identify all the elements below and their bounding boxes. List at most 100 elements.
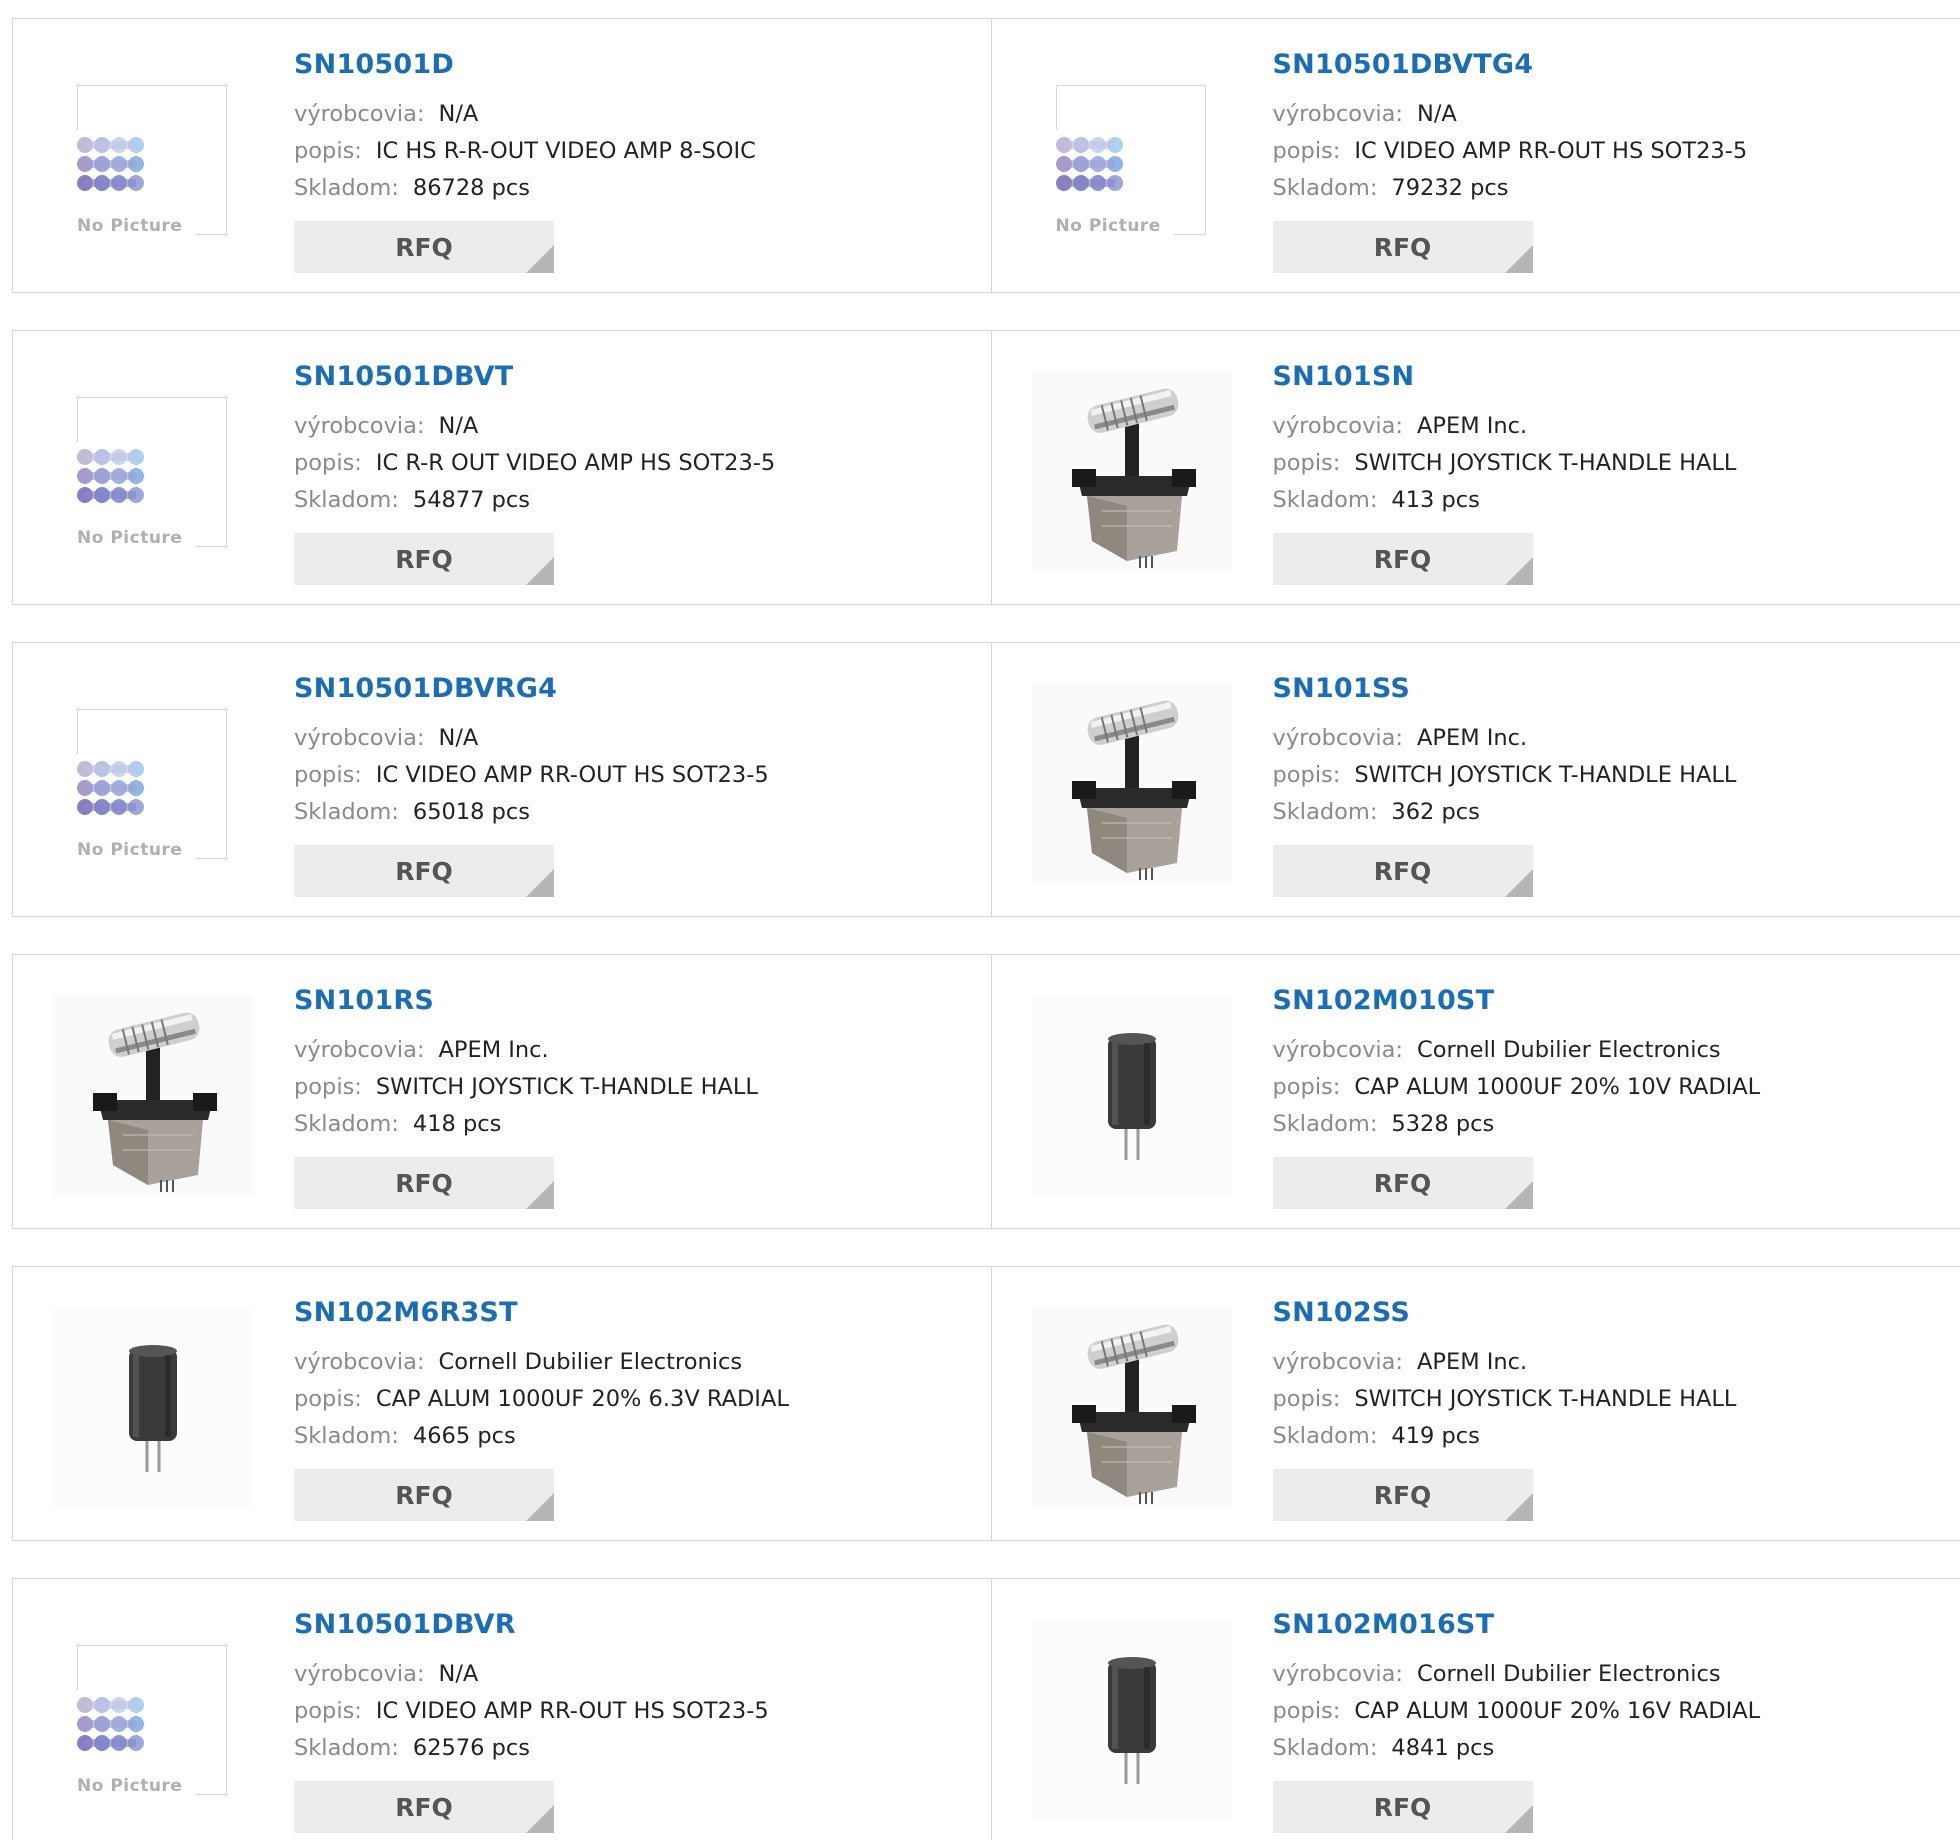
product-title-link[interactable]: SN101SN: [1273, 361, 1415, 392]
manufacturer-line: výrobcovia: N/A: [294, 725, 478, 751]
rfq-button[interactable]: RFQ: [294, 1157, 554, 1209]
manufacturer-line: výrobcovia: Cornell Dubilier Electronics: [1273, 1661, 1721, 1687]
stock-value: 4841 pcs: [1391, 1735, 1495, 1761]
manufacturer-value: Cornell Dubilier Electronics: [1417, 1037, 1721, 1063]
description-line: popis: CAP ALUM 1000UF 20% 16V RADIAL: [1273, 1698, 1761, 1724]
stock-label: Skladom:: [294, 1111, 399, 1137]
stock-line: Skladom: 62576 pcs: [294, 1735, 530, 1761]
product-title-link[interactable]: SN10501DBVRG4: [294, 673, 557, 704]
description-label: popis:: [1272, 1386, 1341, 1412]
rfq-button[interactable]: RFQ: [1272, 221, 1533, 273]
product-card: No Picture SN10501DBVTG4 výrobcovia: N/A …: [990, 19, 1960, 292]
description-value: SWITCH JOYSTICK T-HANDLE HALL: [1354, 762, 1737, 788]
stock-label: Skladom:: [1272, 175, 1378, 201]
description-line: popis: IC VIDEO AMP RR-OUT HS SOT23-5: [294, 1698, 769, 1724]
stock-line: Skladom: 362 pcs: [1273, 799, 1480, 825]
rfq-button[interactable]: RFQ: [1272, 845, 1533, 897]
manufacturer-label: výrobcovia:: [1272, 1349, 1404, 1375]
manufacturer-line: výrobcovia: N/A: [1273, 101, 1457, 127]
product-title-link[interactable]: SN102M016ST: [1273, 1609, 1495, 1640]
product-title-link[interactable]: SN10501DBVTG4: [1273, 49, 1534, 80]
product-card: No Picture SN10501DBVRG4 výrobcovia: N/A …: [13, 643, 991, 916]
stock-line: Skladom: 419 pcs: [1273, 1423, 1480, 1449]
description-label: popis:: [294, 762, 362, 788]
manufacturer-label: výrobcovia:: [1272, 1661, 1404, 1687]
product-title-link[interactable]: SN101RS: [294, 985, 434, 1016]
product-title-link[interactable]: SN101SS: [1273, 673, 1410, 704]
joystick-icon: [1031, 683, 1232, 883]
rfq-button[interactable]: RFQ: [1272, 1781, 1533, 1833]
description-value: CAP ALUM 1000UF 20% 6.3V RADIAL: [375, 1386, 789, 1412]
rfq-button[interactable]: RFQ: [1272, 1157, 1533, 1209]
product-row: No Picture SN10501DBVR výrobcovia: N/A po…: [12, 1578, 1960, 1840]
product-row: No Picture SN10501D výrobcovia: N/A popis…: [12, 18, 1960, 293]
manufacturer-label: výrobcovia:: [294, 1661, 425, 1687]
description-label: popis:: [1272, 1074, 1341, 1100]
joystick-icon: [1031, 371, 1232, 571]
rfq-label: RFQ: [1373, 544, 1432, 574]
rfq-label: RFQ: [395, 1168, 453, 1198]
rfq-label: RFQ: [1373, 1168, 1432, 1198]
product-row: No Picture SN10501DBVT výrobcovia: N/A po…: [12, 330, 1960, 605]
description-value: SWITCH JOYSTICK T-HANDLE HALL: [1354, 1386, 1737, 1412]
manufacturer-label: výrobcovia:: [294, 1037, 425, 1063]
description-label: popis:: [294, 1698, 362, 1724]
stock-value: 4665 pcs: [412, 1423, 516, 1449]
rfq-button[interactable]: RFQ: [294, 533, 554, 585]
rfq-button[interactable]: RFQ: [1272, 1469, 1533, 1521]
no-picture-icon: No Picture: [1055, 85, 1206, 236]
no-picture-label: No Picture: [77, 216, 183, 236]
no-picture-label: No Picture: [77, 1776, 183, 1796]
stock-line: Skladom: 86728 pcs: [294, 175, 530, 201]
description-line: popis: IC R-R OUT VIDEO AMP HS SOT23-5: [294, 450, 775, 476]
product-title-link[interactable]: SN10501DBVR: [294, 1609, 516, 1640]
product-title-link[interactable]: SN102M010ST: [1273, 985, 1495, 1016]
product-title-link[interactable]: SN102SS: [1273, 1297, 1410, 1328]
stock-line: Skladom: 79232 pcs: [1273, 175, 1509, 201]
product-row: SN102M6R3ST výrobcovia: Cornell Dubilier …: [12, 1266, 1960, 1541]
manufacturer-line: výrobcovia: Cornell Dubilier Electronics: [294, 1349, 742, 1375]
stock-value: 65018 pcs: [412, 799, 531, 825]
capacitor-icon: [53, 1307, 253, 1507]
stock-value: 79232 pcs: [1391, 175, 1509, 201]
description-value: IC R-R OUT VIDEO AMP HS SOT23-5: [375, 450, 776, 476]
corner-triangle-icon: [1504, 245, 1533, 273]
manufacturer-value: N/A: [438, 413, 479, 439]
product-title-link[interactable]: SN10501D: [294, 49, 454, 80]
description-line: popis: SWITCH JOYSTICK T-HANDLE HALL: [1273, 762, 1737, 788]
description-label: popis:: [1272, 138, 1341, 164]
product-card: SN102M016ST výrobcovia: Cornell Dubilier …: [990, 1579, 1960, 1840]
manufacturer-label: výrobcovia:: [294, 1349, 425, 1375]
rfq-button[interactable]: RFQ: [294, 845, 554, 897]
stock-value: 362 pcs: [1391, 799, 1480, 825]
stock-line: Skladom: 413 pcs: [1273, 487, 1480, 513]
manufacturer-line: výrobcovia: Cornell Dubilier Electronics: [1273, 1037, 1721, 1063]
description-line: popis: SWITCH JOYSTICK T-HANDLE HALL: [1273, 1386, 1737, 1412]
product-card: No Picture SN10501DBVT výrobcovia: N/A po…: [13, 331, 991, 604]
corner-triangle-icon: [1504, 1805, 1533, 1833]
corner-triangle-icon: [1504, 1181, 1533, 1209]
corner-triangle-icon: [526, 1805, 554, 1833]
corner-triangle-icon: [526, 869, 554, 897]
description-value: SWITCH JOYSTICK T-HANDLE HALL: [375, 1074, 758, 1100]
stock-value: 62576 pcs: [412, 1735, 531, 1761]
rfq-button[interactable]: RFQ: [1272, 533, 1533, 585]
product-grid: No Picture SN10501D výrobcovia: N/A popis…: [12, 18, 1960, 1840]
product-title-link[interactable]: SN102M6R3ST: [294, 1297, 518, 1328]
manufacturer-line: výrobcovia: N/A: [294, 101, 478, 127]
capacitor-icon: [1031, 1619, 1232, 1819]
description-line: popis: IC VIDEO AMP RR-OUT HS SOT23-5: [1273, 138, 1748, 164]
rfq-button[interactable]: RFQ: [294, 1781, 554, 1833]
corner-triangle-icon: [526, 1493, 554, 1521]
manufacturer-line: výrobcovia: APEM Inc.: [294, 1037, 549, 1063]
stock-line: Skladom: 5328 pcs: [1273, 1111, 1495, 1137]
manufacturer-value: N/A: [1417, 101, 1457, 127]
stock-value: 86728 pcs: [412, 175, 531, 201]
rfq-button[interactable]: RFQ: [294, 1469, 554, 1521]
stock-line: Skladom: 418 pcs: [294, 1111, 501, 1137]
product-title-link[interactable]: SN10501DBVT: [294, 361, 513, 392]
no-picture-label: No Picture: [77, 840, 183, 860]
corner-triangle-icon: [1504, 1493, 1533, 1521]
rfq-button[interactable]: RFQ: [294, 221, 554, 273]
product-card: SN102SS výrobcovia: APEM Inc. popis: SWITC…: [990, 1267, 1960, 1540]
